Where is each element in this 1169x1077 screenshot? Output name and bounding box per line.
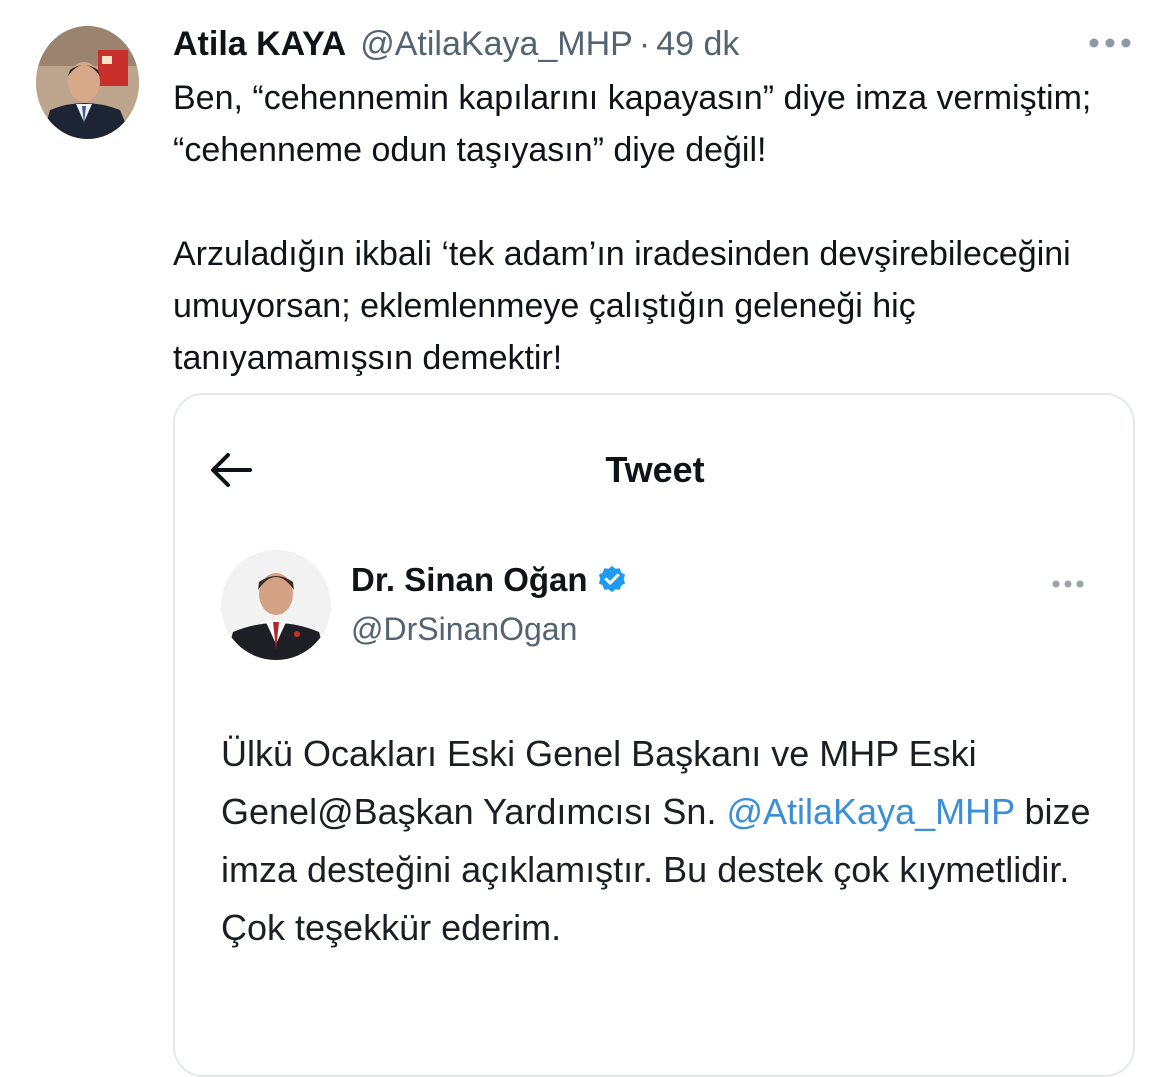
attached-image-card[interactable]: Tweet Dr. Sinan Oğan @DrSinanOgan Ülkü O…: [173, 393, 1135, 1077]
author-handle[interactable]: @AtilaKaya_MHP: [360, 22, 633, 66]
quoted-more-icon: [1052, 580, 1084, 588]
tweet-timestamp[interactable]: 49 dk: [656, 22, 739, 66]
tweet-paragraph: Ben, “cehennemin kapılarını kapayasın” d…: [173, 79, 1092, 169]
tweet-header: Atila KAYA @AtilaKaya_MHP · 49 dk: [173, 22, 739, 66]
tweet-text: Ben, “cehennemin kapılarını kapayasın” d…: [173, 72, 1133, 384]
mention-link: @AtilaKaya_MHP: [726, 791, 1015, 832]
screenshot-header-title: Tweet: [605, 449, 705, 490]
quoted-author-avatar-image: [221, 550, 331, 660]
author-avatar[interactable]: [36, 26, 139, 139]
quoted-author-row: Dr. Sinan Oğan: [351, 558, 628, 602]
header-separator: ·: [638, 25, 651, 63]
verified-badge-icon: [598, 566, 625, 593]
quoted-author-handle: @DrSinanOgan: [351, 611, 578, 647]
author-avatar-image: [36, 26, 139, 139]
tweet-paragraph: Arzuladığın ikbali ‘tek adam’ın iradesin…: [173, 235, 1071, 377]
more-horizontal-icon[interactable]: [1087, 36, 1133, 50]
author-name[interactable]: Atila KAYA: [173, 22, 346, 66]
quoted-author-name: Dr. Sinan Oğan: [351, 561, 588, 598]
quoted-author-avatar: [221, 550, 331, 660]
quoted-tweet-text: Ülkü Ocakları Eski Genel Başkanı ve MHP …: [221, 725, 1101, 957]
